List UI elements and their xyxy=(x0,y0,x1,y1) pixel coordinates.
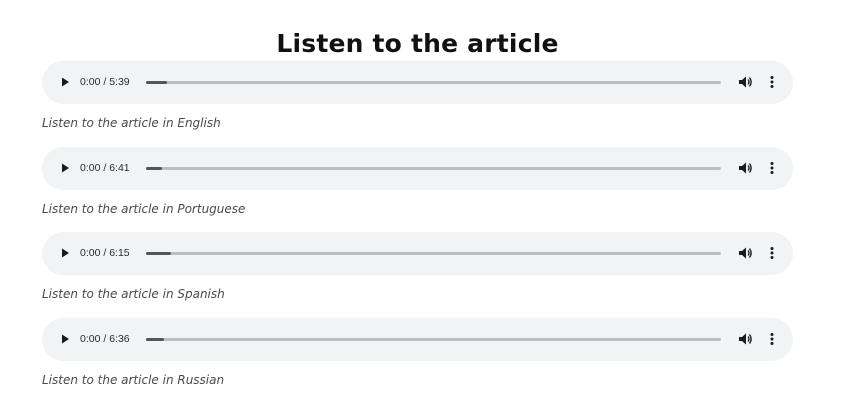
audio-caption: Listen to the article in English xyxy=(42,116,221,130)
audio-player[interactable]: 0:00 / 6:36 xyxy=(42,317,793,361)
audio-player[interactable]: 0:00 / 6:41 xyxy=(42,146,793,190)
more-vertical-icon[interactable] xyxy=(766,245,778,261)
volume-icon[interactable] xyxy=(737,160,753,176)
audio-caption: Listen to the article in Spanish xyxy=(42,287,225,301)
time-display: 0:00 / 5:39 xyxy=(80,76,130,88)
time-display: 0:00 / 6:41 xyxy=(80,161,130,174)
progress-track[interactable] xyxy=(146,81,721,84)
play-icon[interactable] xyxy=(56,330,74,348)
more-vertical-icon[interactable] xyxy=(766,331,778,347)
more-vertical-icon[interactable] xyxy=(766,74,778,90)
audio-caption: Listen to the article in Portuguese xyxy=(42,201,246,216)
volume-icon[interactable] xyxy=(737,74,753,90)
progress-fill xyxy=(146,337,164,341)
volume-icon[interactable] xyxy=(737,245,753,261)
audio-block-portuguese: 0:00 / 6:41 Listen to the article in Por… xyxy=(42,146,793,233)
play-icon[interactable] xyxy=(56,73,74,91)
volume-icon[interactable] xyxy=(737,331,753,347)
audio-player[interactable]: 0:00 / 5:39 xyxy=(42,61,793,104)
time-display: 0:00 / 6:15 xyxy=(80,247,130,259)
audio-list: 0:00 / 5:39 Listen to the article in Eng… xyxy=(42,61,793,403)
progress-fill xyxy=(146,81,167,84)
play-icon[interactable] xyxy=(56,244,74,262)
audio-caption: Listen to the article in Russian xyxy=(42,372,225,387)
audio-player[interactable]: 0:00 / 6:15 xyxy=(42,232,793,275)
progress-fill xyxy=(146,166,163,170)
progress-track[interactable] xyxy=(146,337,721,341)
audio-block-english: 0:00 / 5:39 Listen to the article in Eng… xyxy=(42,61,793,147)
progress-track[interactable] xyxy=(146,252,721,255)
more-vertical-icon[interactable] xyxy=(766,160,778,176)
audio-block-spanish: 0:00 / 6:15 Listen to the article in Spa… xyxy=(42,232,793,318)
progress-fill xyxy=(146,252,171,255)
page-title: Listen to the article xyxy=(276,28,559,58)
play-icon[interactable] xyxy=(56,159,74,177)
progress-track[interactable] xyxy=(146,166,721,170)
time-display: 0:00 / 6:36 xyxy=(80,332,130,345)
audio-block-russian: 0:00 / 6:36 Listen to the article in Rus… xyxy=(42,317,793,403)
